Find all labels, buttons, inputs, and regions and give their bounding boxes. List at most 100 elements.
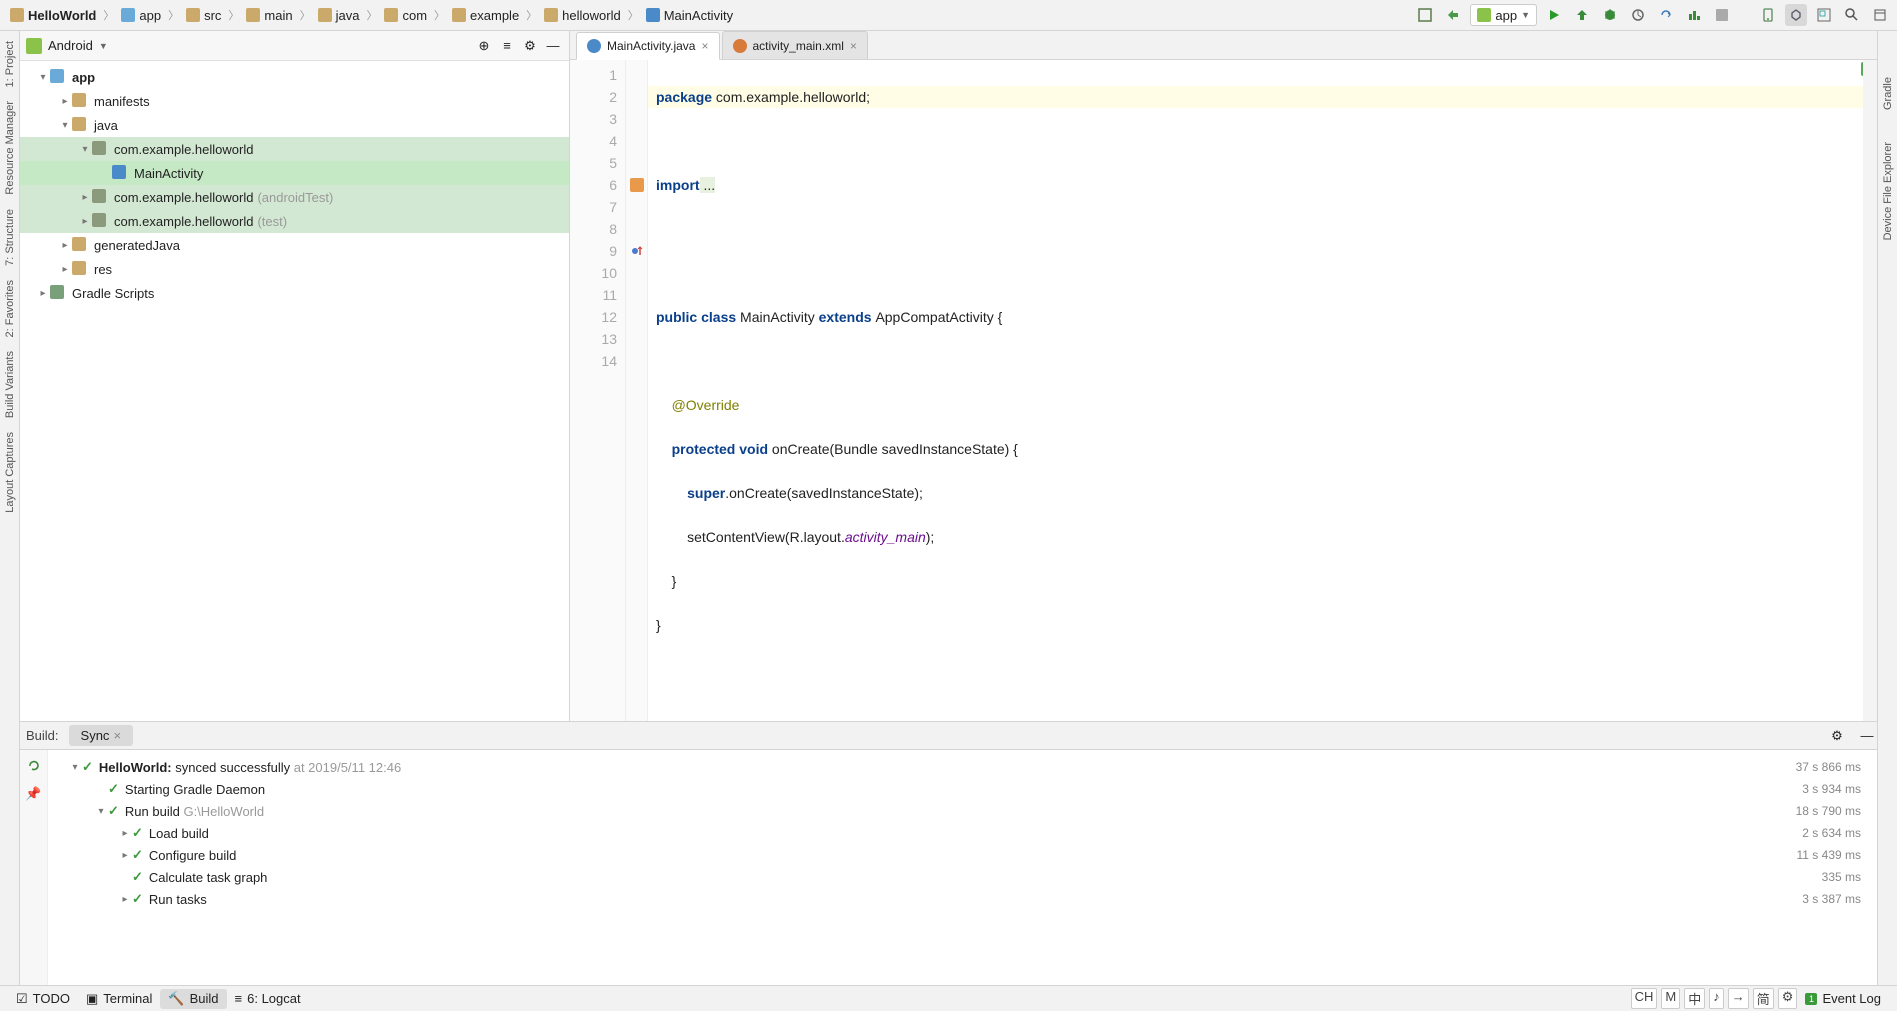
avd-manager-icon[interactable] [1757, 4, 1779, 26]
settings-toolbar-icon[interactable] [1869, 4, 1891, 26]
rail-item[interactable]: 7: Structure [2, 203, 18, 272]
build-output-tree[interactable]: ▾✓HelloWorld: synced successfully at 201… [48, 750, 1877, 985]
close-icon[interactable]: × [113, 728, 121, 743]
ime-badge[interactable]: 中 [1684, 988, 1705, 1009]
tree-arrow-icon[interactable]: ▸ [118, 894, 132, 905]
project-tree[interactable]: ▾app▸manifests▾java▾com.example.hellowor… [20, 61, 569, 721]
tree-arrow-icon[interactable]: ▸ [58, 264, 72, 275]
tree-arrow-icon[interactable]: ▸ [78, 216, 92, 227]
breadcrumb-segment[interactable]: app [117, 6, 165, 25]
breadcrumb-segment[interactable]: java [314, 6, 364, 25]
tree-arrow-icon[interactable]: ▾ [94, 806, 108, 817]
code-content[interactable]: package com.example.helloworld; import .… [648, 60, 1877, 724]
android-profiler-icon[interactable] [1683, 4, 1705, 26]
build-row[interactable]: ▸✓Load build2 s 634 ms [54, 822, 1871, 844]
ime-badge[interactable]: → [1728, 988, 1749, 1009]
chevron-right-icon: 〉 [525, 7, 538, 23]
search-icon[interactable] [1841, 4, 1863, 26]
build-tab-sync[interactable]: Sync × [69, 725, 134, 746]
layout-inspector-icon[interactable] [1813, 4, 1835, 26]
tree-arrow-icon[interactable]: ▸ [118, 828, 132, 839]
tree-arrow-icon[interactable]: ▾ [36, 72, 50, 83]
tree-arrow-icon[interactable]: ▾ [68, 762, 82, 773]
profile-button[interactable] [1627, 4, 1649, 26]
tree-arrow-icon[interactable]: ▸ [58, 96, 72, 107]
status-logcat[interactable]: ≡6: Logcat [227, 989, 309, 1008]
breadcrumb-segment[interactable]: com [380, 6, 431, 25]
rail-item[interactable]: Gradle [1880, 71, 1896, 116]
status-terminal[interactable]: ▣Terminal [78, 989, 160, 1009]
tree-arrow-icon[interactable]: ▸ [118, 850, 132, 861]
tree-row[interactable]: ▸manifests [20, 89, 569, 113]
status-todo[interactable]: ☑TODO [8, 989, 78, 1009]
breadcrumb-segment[interactable]: example [448, 6, 523, 25]
breadcrumb-segment[interactable]: src [182, 6, 225, 25]
restart-build-icon[interactable] [24, 756, 44, 776]
tree-row[interactable]: ▸com.example.helloworld(test) [20, 209, 569, 233]
tree-row[interactable]: MainActivity [20, 161, 569, 185]
tree-row[interactable]: ▸res [20, 257, 569, 281]
make-project-icon[interactable] [1414, 4, 1436, 26]
build-row[interactable]: ▾✓Run build G:\HelloWorld18 s 790 ms [54, 800, 1871, 822]
tree-row[interactable]: ▾java [20, 113, 569, 137]
folder-r-icon [72, 261, 88, 277]
gear-icon[interactable]: ⚙ [1827, 726, 1847, 746]
override-gutter-icon[interactable] [626, 240, 647, 262]
expand-all-icon[interactable]: ≡ [497, 36, 517, 56]
breadcrumb-segment[interactable]: main [242, 6, 296, 25]
tree-row[interactable]: ▸generatedJava [20, 233, 569, 257]
ime-badge[interactable]: 简 [1753, 988, 1774, 1009]
build-row[interactable]: ▸✓Configure build11 s 439 ms [54, 844, 1871, 866]
rail-item[interactable]: Device File Explorer [1880, 136, 1896, 246]
tree-arrow-icon[interactable]: ▾ [78, 144, 92, 155]
attach-debugger-icon[interactable] [1655, 4, 1677, 26]
close-icon[interactable]: × [701, 39, 708, 53]
status-event-log[interactable]: 1Event Log [1797, 989, 1889, 1008]
stop-button[interactable] [1711, 4, 1733, 26]
run-button[interactable] [1543, 4, 1565, 26]
apply-changes-icon[interactable] [1571, 4, 1593, 26]
code-editor[interactable]: 1234567891011121314 package com.example.… [570, 60, 1877, 724]
project-view-label[interactable]: Android [48, 38, 93, 53]
sdk-manager-icon[interactable] [1785, 4, 1807, 26]
ime-badge[interactable]: CH [1631, 988, 1658, 1009]
ime-badge[interactable]: ⚙ [1778, 988, 1798, 1009]
editor-scrollbar[interactable] [1863, 60, 1877, 724]
breadcrumb-segment[interactable]: MainActivity [642, 6, 737, 25]
editor-tab[interactable]: activity_main.xml× [722, 31, 868, 59]
breadcrumb-segment[interactable]: HelloWorld [6, 6, 100, 25]
build-row[interactable]: ✓Calculate task graph335 ms [54, 866, 1871, 888]
gear-icon[interactable]: ⚙ [520, 36, 540, 56]
build-row[interactable]: ✓Starting Gradle Daemon3 s 934 ms [54, 778, 1871, 800]
ime-indicator[interactable]: CHM中♪→简⚙ [1631, 988, 1798, 1009]
chevron-down-icon[interactable]: ▼ [99, 41, 108, 51]
tree-row[interactable]: ▾com.example.helloworld [20, 137, 569, 161]
editor-tab[interactable]: MainActivity.java× [576, 32, 720, 60]
hide-panel-icon[interactable]: — [543, 36, 563, 56]
rail-item[interactable]: Build Variants [2, 345, 18, 424]
rail-item[interactable]: 1: Project [2, 35, 18, 93]
run-config-selector[interactable]: app ▼ [1470, 4, 1537, 26]
tree-row[interactable]: ▸Gradle Scripts [20, 281, 569, 305]
rail-item[interactable]: 2: Favorites [2, 274, 18, 343]
tree-row[interactable]: ▾app [20, 65, 569, 89]
ime-badge[interactable]: M [1661, 988, 1680, 1009]
status-build[interactable]: 🔨Build [160, 989, 226, 1009]
close-icon[interactable]: × [850, 39, 857, 53]
tree-row[interactable]: ▸com.example.helloworld(androidTest) [20, 185, 569, 209]
build-row[interactable]: ▸✓Run tasks3 s 387 ms [54, 888, 1871, 910]
breadcrumb-segment[interactable]: helloworld [540, 6, 625, 25]
tree-arrow-icon[interactable]: ▾ [58, 120, 72, 131]
tree-arrow-icon[interactable]: ▸ [36, 288, 50, 299]
rail-item[interactable]: Resource Manager [2, 95, 18, 201]
debug-button[interactable] [1599, 4, 1621, 26]
sync-gradle-icon[interactable] [1442, 4, 1464, 26]
locate-icon[interactable]: ⊕ [474, 36, 494, 56]
pin-icon[interactable]: 📌 [24, 784, 44, 804]
tree-arrow-icon[interactable]: ▸ [58, 240, 72, 251]
build-row[interactable]: ▾✓HelloWorld: synced successfully at 201… [54, 756, 1871, 778]
hide-panel-icon[interactable]: — [1857, 726, 1877, 746]
rail-item[interactable]: Layout Captures [2, 426, 18, 519]
ime-badge[interactable]: ♪ [1709, 988, 1724, 1009]
tree-arrow-icon[interactable]: ▸ [78, 192, 92, 203]
